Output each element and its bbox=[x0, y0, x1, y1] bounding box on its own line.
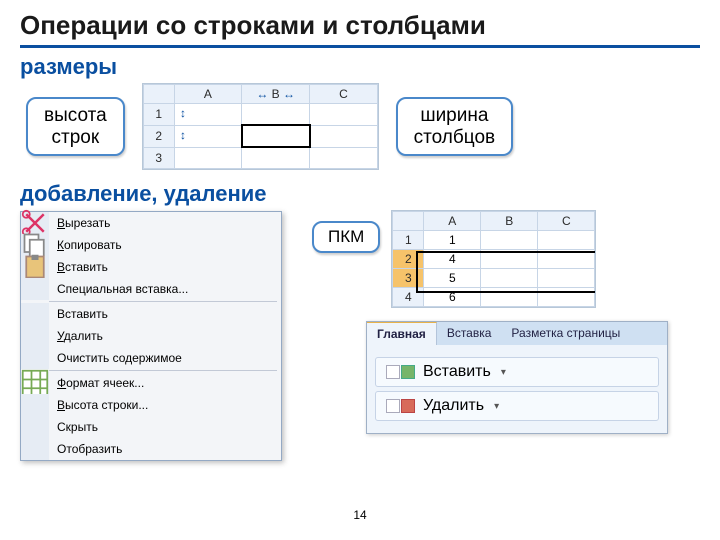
resize-row-icon[interactable]: ↔ bbox=[178, 130, 192, 142]
resize-row-icon[interactable]: ↔ bbox=[178, 108, 192, 120]
col-A[interactable]: A bbox=[424, 212, 481, 231]
selected-row-3[interactable]: 3 bbox=[393, 269, 424, 288]
col-B[interactable]: B bbox=[481, 212, 538, 231]
insert-cells-icon bbox=[386, 365, 415, 379]
menu-insert[interactable]: Вставить bbox=[21, 303, 281, 325]
sizing-grid: A ↔ B ↔ C 1 ↔ 2 ↔ 3 bbox=[143, 84, 378, 169]
callout-rmb: ПКМ bbox=[312, 221, 380, 253]
menu-paste-special[interactable]: Специальная вставка... bbox=[21, 278, 281, 300]
menu-clear-contents[interactable]: Очистить содержимое bbox=[21, 347, 281, 369]
menu-row-height[interactable]: Высота строки... bbox=[21, 394, 281, 416]
ribbon-insert-button[interactable]: Вставить▾ bbox=[375, 357, 659, 387]
menu-cut[interactable]: Вырезать bbox=[21, 212, 281, 234]
col-C[interactable]: C bbox=[310, 85, 378, 104]
row-2[interactable]: 2 bbox=[143, 125, 174, 147]
resize-col-icon[interactable]: ↔ bbox=[283, 87, 295, 101]
ribbon: Главная Вставка Разметка страницы Встави… bbox=[366, 321, 668, 434]
tab-insert[interactable]: Вставка bbox=[437, 322, 502, 345]
col-C[interactable]: C bbox=[538, 212, 595, 231]
col-A[interactable]: A bbox=[174, 85, 242, 104]
menu-paste[interactable]: Вставить bbox=[21, 256, 281, 278]
row-1[interactable]: 1 bbox=[143, 104, 174, 126]
selected-row-2[interactable]: 2 bbox=[393, 250, 424, 269]
dropdown-icon[interactable]: ▾ bbox=[501, 367, 506, 378]
menu-unhide[interactable]: Отобразить bbox=[21, 438, 281, 460]
subtitle-sizes: размеры bbox=[20, 54, 700, 80]
subtitle-add-delete: добавление, удаление bbox=[20, 181, 700, 207]
grid-icon bbox=[21, 372, 49, 394]
row-3[interactable]: 3 bbox=[143, 147, 174, 169]
dropdown-icon[interactable]: ▾ bbox=[494, 401, 499, 412]
delete-cells-icon bbox=[386, 399, 415, 413]
resize-col-icon[interactable]: ↔ bbox=[256, 87, 268, 101]
menu-copy[interactable]: Копировать bbox=[21, 234, 281, 256]
page-number: 14 bbox=[353, 508, 366, 522]
menu-delete[interactable]: Удалить bbox=[21, 325, 281, 347]
menu-format-cells[interactable]: Формат ячеек... bbox=[21, 372, 281, 394]
callout-row-height: высота строк bbox=[26, 97, 125, 157]
ribbon-delete-button[interactable]: Удалить▾ bbox=[375, 391, 659, 421]
page-title: Операции со строками и столбцами bbox=[20, 10, 700, 48]
selected-cell[interactable] bbox=[242, 125, 310, 147]
callout-col-width: ширина столбцов bbox=[396, 97, 513, 157]
paste-icon bbox=[21, 256, 49, 278]
menu-hide[interactable]: Скрыть bbox=[21, 416, 281, 438]
data-grid: ABC 11 24 35 46 bbox=[392, 211, 595, 307]
context-menu: Вырезать Копировать Вставить Специальная… bbox=[20, 211, 282, 461]
col-B[interactable]: ↔ B ↔ bbox=[242, 85, 310, 104]
tab-page-layout[interactable]: Разметка страницы bbox=[501, 322, 630, 345]
tab-home[interactable]: Главная bbox=[367, 322, 437, 345]
